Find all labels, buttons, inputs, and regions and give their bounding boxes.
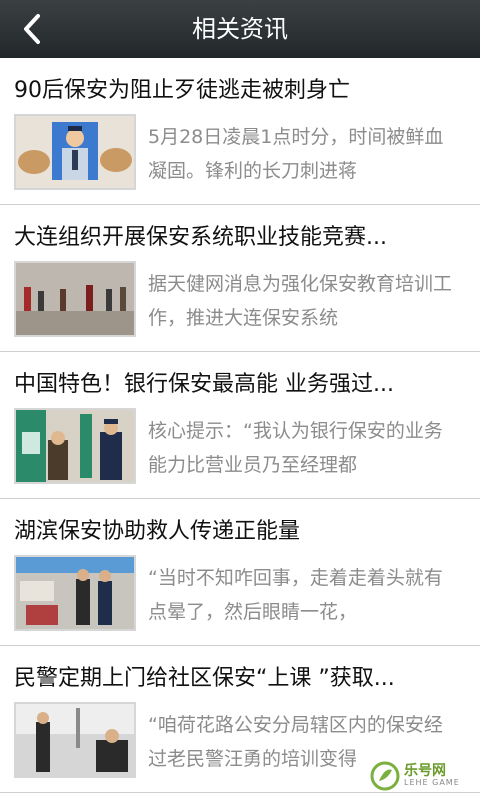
news-thumbnail [14,702,136,778]
news-summary: 据天健网消息为强化保安教育培训工作，推进大连保安系统 [148,273,453,329]
news-thumbnail [14,555,136,631]
news-item[interactable]: 大连组织开展保安系统职业技能竞赛... 据天健网消息为强化保安教育培训工作，推进… [0,205,480,352]
news-title: 民警定期上门给社区保安“上课 ”获取... [14,666,395,691]
watermark-logo: 乐号网 LEHE GAME [370,758,472,794]
news-thumbnail [14,408,136,484]
news-item[interactable]: 中国特色！银行保安最高能 业务强过... 核心提示：“我认为银行保安的业务能力比… [0,352,480,499]
page-title: 相关资讯 [192,15,288,43]
news-title: 90后保安为阻止歹徒逃走被刺身亡 [14,78,350,103]
news-summary: 核心提示：“我认为银行保安的业务能力比营业员乃至经理都 [148,420,443,476]
news-title: 湖滨保安协助救人传递正能量 [14,519,301,544]
news-item[interactable]: 湖滨保安协助救人传递正能量 “当时不知咋回事，走着走着头就有点晕了，然后眼睛一花… [0,499,480,646]
news-summary: “当时不知咋回事，走着走着头就有点晕了，然后眼睛一花， [148,567,443,623]
news-thumbnail [14,114,136,190]
news-item[interactable]: 90后保安为阻止歹徒逃走被刺身亡 5月28日凌晨1点时分，时间被鲜血凝固。锋利的… [0,58,480,205]
news-title: 大连组织开展保安系统职业技能竞赛... [14,225,387,250]
watermark-brand: 乐号网 [404,763,446,779]
news-thumbnail [14,261,136,337]
leaf-icon [370,761,400,791]
watermark-sub: LEHE GAME [404,778,460,787]
title-bar: 相关资讯 [0,0,480,58]
news-summary: 5月28日凌晨1点时分，时间被鲜血凝固。锋利的长刀刺进蒋 [148,126,444,182]
news-list: 90后保安为阻止歹徒逃走被刺身亡 5月28日凌晨1点时分，时间被鲜血凝固。锋利的… [0,58,480,793]
news-title: 中国特色！银行保安最高能 业务强过... [14,372,394,397]
